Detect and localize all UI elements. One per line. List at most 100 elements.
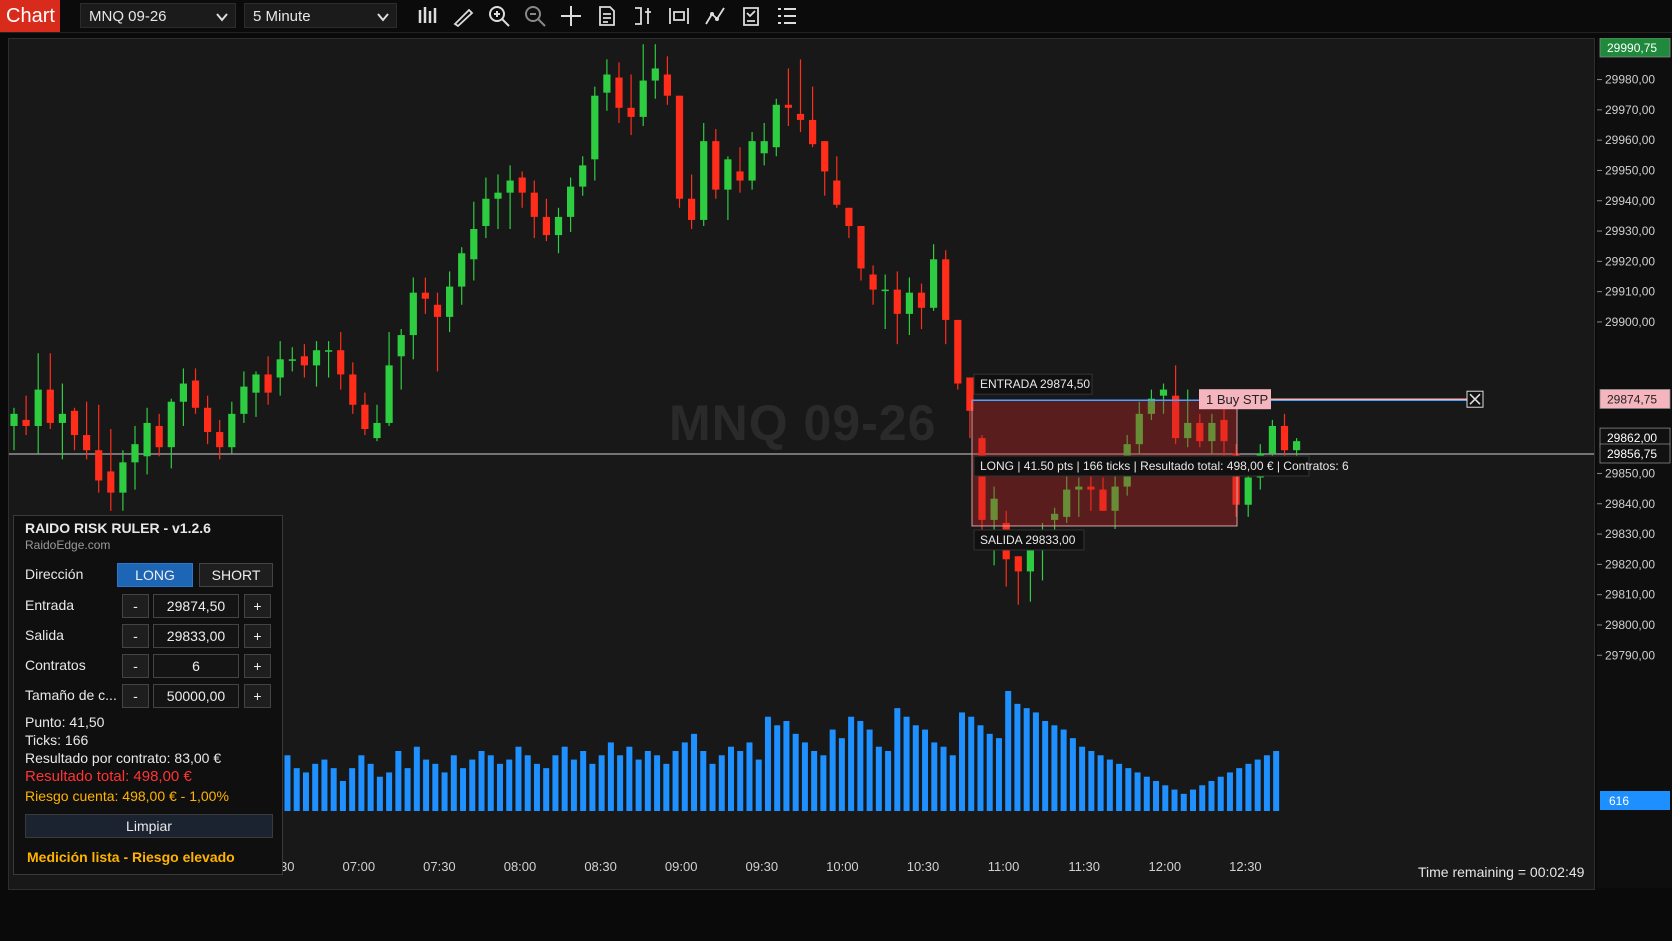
- volume-bar: [764, 716, 771, 811]
- time-tick-label: 08:30: [584, 859, 617, 874]
- volume-bar: [1226, 772, 1233, 811]
- volume-bar: [1042, 721, 1049, 811]
- price-axis-scale: 29980,00 29970,00 29960,00 29950,00 29940,00…: [1597, 37, 1671, 810]
- exit-decrement-button[interactable]: -: [122, 624, 149, 648]
- chart-trader-icon[interactable]: [736, 2, 766, 30]
- time-tick-label: 07:00: [343, 859, 376, 874]
- volume-bar: [1134, 772, 1141, 811]
- volume-bar: [349, 768, 356, 811]
- price-tick-label: 29980,00: [1605, 73, 1655, 87]
- price-tick-label: 29930,00: [1605, 224, 1655, 238]
- exit-field[interactable]: 29833,00: [153, 624, 239, 648]
- interval-selector[interactable]: 5 Minute: [244, 3, 397, 28]
- contracts-decrement-button[interactable]: -: [122, 654, 149, 678]
- bar-type-icon[interactable]: [412, 2, 442, 30]
- volume-bar: [672, 751, 679, 811]
- contracts-field[interactable]: 6: [153, 654, 239, 678]
- volume-bar: [1116, 763, 1123, 811]
- volume-bar: [506, 759, 513, 811]
- volume-bar: [386, 772, 393, 811]
- indicators-icon[interactable]: [628, 2, 658, 30]
- candle: [143, 422, 151, 457]
- time-tick-label: 10:30: [907, 859, 940, 874]
- entry-decrement-button[interactable]: -: [122, 594, 149, 618]
- volume-bar: [432, 763, 439, 811]
- volume-bar: [1199, 785, 1206, 811]
- contracts-increment-button[interactable]: +: [244, 654, 271, 678]
- volume-bar: [912, 725, 919, 811]
- points-stat: Punto: 41,50: [25, 714, 105, 730]
- candle: [10, 413, 18, 426]
- volume-bar: [728, 746, 734, 811]
- trade-summary: LONG | 41.50 pts | 166 ticks | Resultado…: [980, 459, 1349, 473]
- candle: [1026, 547, 1034, 572]
- short-button[interactable]: SHORT: [199, 563, 273, 587]
- candle: [385, 365, 393, 423]
- entry-label: ENTRADA 29874,50: [980, 377, 1090, 391]
- long-button[interactable]: LONG: [117, 563, 193, 587]
- exit-label: SALIDA 29833,00: [980, 533, 1076, 547]
- account-size-decrement-button[interactable]: -: [122, 684, 149, 708]
- volume-bar: [626, 746, 633, 811]
- price-tick-label: 29940,00: [1605, 194, 1655, 208]
- volume-bar: [312, 763, 319, 811]
- exit-increment-button[interactable]: +: [244, 624, 271, 648]
- candle: [470, 229, 478, 260]
- volume-bar: [1014, 703, 1021, 811]
- price-axis[interactable]: 29980,00 29970,00 29960,00 29950,00 29940,00…: [1597, 37, 1672, 888]
- candle: [397, 335, 405, 357]
- account-risk-stat: Riesgo cuenta: 498,00 € - 1,00%: [25, 788, 229, 804]
- candle: [1014, 556, 1022, 572]
- time-tick-label: 07:30: [423, 859, 456, 874]
- data-box-icon[interactable]: [772, 2, 802, 30]
- candle: [724, 159, 732, 190]
- volume-bar: [1069, 738, 1076, 811]
- candle: [361, 404, 369, 430]
- candle: [494, 192, 502, 199]
- volume-bar: [1254, 759, 1261, 811]
- candle: [833, 180, 841, 205]
- crosshair-icon[interactable]: [556, 2, 586, 30]
- chart-tab[interactable]: Chart: [0, 0, 60, 32]
- zoom-out-icon[interactable]: [520, 2, 550, 30]
- candle: [506, 180, 514, 193]
- candle: [373, 422, 381, 439]
- volume-bar: [284, 755, 291, 811]
- price-tick-label: 29840,00: [1605, 497, 1655, 511]
- zoom-in-icon[interactable]: [484, 2, 514, 30]
- price-tick-label: 29830,00: [1605, 527, 1655, 541]
- order-label: 1 Buy STP: [1206, 392, 1268, 407]
- volume-bar: [1023, 708, 1030, 811]
- instrument-selector[interactable]: MNQ 09-26: [80, 3, 236, 28]
- strategies-icon[interactable]: [664, 2, 694, 30]
- price-tick-label: 29920,00: [1605, 254, 1655, 268]
- draw-pencil-icon[interactable]: [448, 2, 478, 30]
- account-size-field[interactable]: 50000,00: [153, 684, 239, 708]
- volume-bar: [663, 763, 670, 811]
- price-marker-label: 29862,00: [1607, 431, 1657, 445]
- candle: [337, 350, 345, 375]
- account-size-increment-button[interactable]: +: [244, 684, 271, 708]
- volume-bar: [709, 763, 716, 811]
- price-tick-label: 29950,00: [1605, 163, 1655, 177]
- candle: [869, 274, 877, 290]
- candle: [591, 95, 599, 160]
- entry-increment-button[interactable]: +: [244, 594, 271, 618]
- price-marker-label: 29856,75: [1607, 447, 1657, 461]
- total-result-stat: Resultado total: 498,00 €: [25, 768, 192, 785]
- volume-bar: [552, 755, 559, 811]
- clear-button[interactable]: Limpiar: [25, 814, 273, 838]
- volume-bar: [811, 751, 818, 811]
- entry-field[interactable]: 29874,50: [153, 594, 239, 618]
- volume-bar: [977, 725, 984, 811]
- volume-bar: [875, 746, 882, 811]
- volume-bar: [376, 776, 383, 811]
- volume-bar: [922, 729, 929, 811]
- drawing-tools-icon[interactable]: [700, 2, 730, 30]
- properties-icon[interactable]: [592, 2, 622, 30]
- volume-bar: [450, 755, 457, 811]
- candle: [300, 356, 308, 366]
- price-tick-label: 29820,00: [1605, 557, 1655, 571]
- volume-bar: [1236, 768, 1243, 811]
- close-order-icon[interactable]: [1466, 390, 1484, 408]
